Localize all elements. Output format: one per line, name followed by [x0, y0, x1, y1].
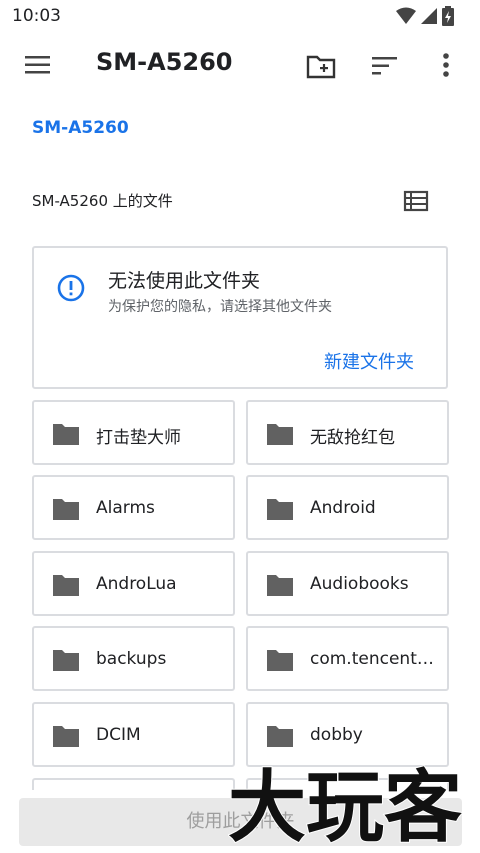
- folder-name: DCIM: [96, 725, 141, 745]
- sort-button[interactable]: [371, 54, 399, 78]
- folder-name: Audiobooks: [310, 574, 409, 594]
- new-folder-icon: [306, 55, 336, 79]
- info-title: 无法使用此文件夹: [108, 270, 261, 292]
- folder-item[interactable]: Audiobooks: [246, 551, 449, 616]
- folder-item[interactable]: DCIM: [32, 702, 235, 767]
- folder-icon: [53, 726, 79, 747]
- folder-icon: [53, 575, 79, 596]
- new-folder-button[interactable]: [306, 52, 336, 80]
- folder-icon: [267, 575, 293, 596]
- folder-icon: [267, 650, 293, 671]
- folder-icon: [267, 499, 293, 520]
- folder-item[interactable]: backups: [32, 626, 235, 691]
- battery-icon: [442, 6, 454, 26]
- view-toggle-button[interactable]: [403, 190, 429, 212]
- status-icons: [396, 6, 454, 26]
- info-card: 无法使用此文件夹 为保护您的隐私，请选择其他文件夹 新建文件夹: [32, 246, 448, 389]
- info-subtitle: 为保护您的隐私，请选择其他文件夹: [108, 299, 332, 315]
- folder-icon: [53, 499, 79, 520]
- sort-icon: [372, 57, 397, 75]
- create-folder-button[interactable]: 新建文件夹: [324, 348, 414, 374]
- folder-item[interactable]: AndroLua: [32, 551, 235, 616]
- folder-item[interactable]: Android: [246, 475, 449, 540]
- folder-item[interactable]: 无敌抢红包: [246, 400, 449, 465]
- status-bar: 10:03: [0, 0, 480, 34]
- folder-icon: [267, 424, 293, 445]
- folder-icon: [53, 650, 79, 671]
- status-time: 10:03: [12, 6, 61, 26]
- folder-name: AndroLua: [96, 574, 177, 594]
- folder-icon: [53, 424, 79, 445]
- folder-item[interactable]: com.tencent....: [246, 626, 449, 691]
- page-title: SM-A5260: [96, 48, 233, 76]
- folder-name: 打击垫大师: [96, 428, 181, 448]
- folder-name: dobby: [310, 725, 363, 745]
- folder-name: 无敌抢红包: [310, 428, 395, 448]
- section-title: SM-A5260 上的文件: [32, 192, 173, 210]
- menu-button[interactable]: [24, 53, 52, 77]
- menu-icon: [25, 56, 50, 74]
- more-options-button[interactable]: [436, 51, 456, 81]
- signal-icon: [421, 8, 437, 24]
- svg-text:大玩客: 大玩客: [228, 763, 462, 848]
- breadcrumb-root[interactable]: SM-A5260: [32, 118, 129, 138]
- more-vert-icon: [443, 53, 449, 77]
- folder-item[interactable]: 打击垫大师: [32, 400, 235, 465]
- watermark-logo: 大玩客: [228, 762, 463, 848]
- wifi-icon: [396, 7, 416, 24]
- list-view-icon: [403, 190, 429, 212]
- app-bar: SM-A5260: [0, 34, 480, 96]
- info-icon: [57, 274, 85, 302]
- folder-name: backups: [96, 649, 167, 669]
- folder-icon: [267, 726, 293, 747]
- folder-name: Android: [310, 498, 376, 518]
- folder-item[interactable]: Alarms: [32, 475, 235, 540]
- folder-name: Alarms: [96, 498, 155, 518]
- folder-name: com.tencent....: [310, 649, 438, 669]
